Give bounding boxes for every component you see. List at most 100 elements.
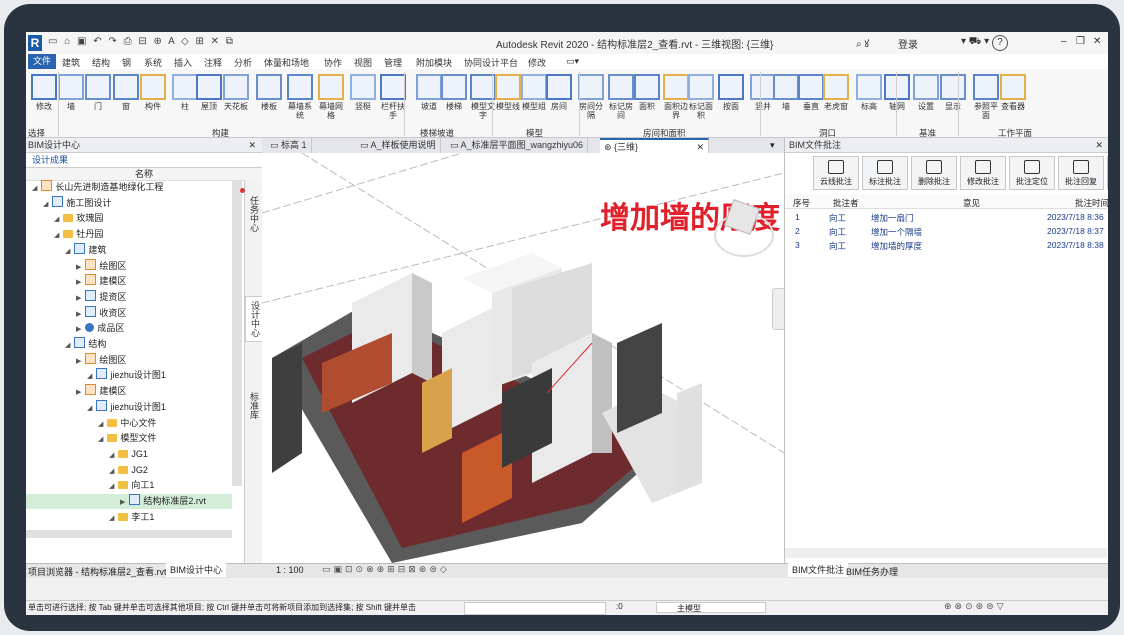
tree-item[interactable]: ◢ 模型文件 [26, 431, 156, 446]
expand-toggle-icon[interactable]: ◢ [54, 216, 61, 223]
tree-item[interactable]: ◢ 建筑 [26, 242, 106, 258]
close-button[interactable]: ✕ [1093, 36, 1101, 47]
expand-toggle-icon[interactable]: ◢ [87, 405, 94, 412]
close-panel-icon[interactable]: ✕ [1095, 138, 1103, 152]
side-tab-design-center[interactable]: 设计中心 [245, 296, 263, 342]
ribbon-button[interactable]: 幕墙系统 [285, 74, 315, 120]
menu-file[interactable]: 文件 [28, 54, 56, 69]
menu-modify[interactable]: 修改 [528, 56, 546, 69]
expand-toggle-icon[interactable]: ▶ [76, 311, 83, 318]
table-hscrollbar[interactable] [785, 548, 1107, 558]
menu-systems[interactable]: 系统 [144, 56, 162, 69]
expand-toggle-icon[interactable]: ◢ [109, 468, 116, 475]
tree-item[interactable]: ▶ 绘图区 [26, 352, 126, 368]
column-author[interactable]: 批注者 [833, 197, 859, 209]
tree-item[interactable]: ◢ JG1 [26, 447, 148, 462]
ribbon-button[interactable]: 竖梃 [348, 74, 378, 111]
tree-scrollbar[interactable] [232, 180, 242, 486]
tab-level-1[interactable]: ▭ 标高 1 [266, 138, 312, 153]
tree-item[interactable]: ◢ 中心文件 [26, 416, 156, 431]
tab-bim-design-center[interactable]: BIM设计中心 [166, 563, 227, 577]
expand-toggle-icon[interactable]: ◢ [54, 232, 61, 239]
tree-item[interactable]: ▶ 提资区 [26, 289, 126, 305]
expand-toggle-icon[interactable]: ▶ [76, 264, 83, 271]
ribbon-button[interactable]: 门 [83, 74, 113, 111]
tab-bim-annotation[interactable]: BIM文件批注 [788, 563, 849, 577]
tab-project-browser[interactable]: 项目浏览器 - 结构标准层2_查看.rvt [28, 565, 167, 578]
tree-item[interactable]: ◢ 向工1 [26, 478, 154, 493]
menu-insert[interactable]: 插入 [174, 56, 192, 69]
quick-access-toolbar[interactable]: ▭ ⌂ ▣ ↶ ↷ ⎙ ⊟ ⊕ A ◇ ⊞ ✕ ⧉ [48, 36, 235, 47]
tab-dropdown-icon[interactable]: ▾ [770, 140, 775, 151]
help-icon[interactable]: ? [992, 35, 1008, 51]
column-time[interactable]: 批注时间 [1075, 197, 1108, 209]
login-link[interactable]: 登录 [898, 36, 918, 51]
restore-button[interactable]: ❐ [1076, 36, 1085, 47]
menu-massing[interactable]: 体量和场地 [264, 56, 309, 69]
annotation-button[interactable]: 刷新 [1107, 156, 1108, 190]
cart-icon[interactable]: ▾ ⛟ ▾ [961, 36, 989, 49]
column-no[interactable]: 序号 [793, 197, 810, 209]
tree-item[interactable]: ◢ 施工图设计 [26, 195, 111, 211]
annotation-button[interactable]: 云线批注 [813, 156, 859, 190]
tree-item[interactable]: ▶ 收资区 [26, 305, 126, 321]
menu-steel[interactable]: 钢 [122, 56, 131, 69]
side-tab-standard-library[interactable]: 标准库 [245, 392, 261, 419]
tab-design-results[interactable]: 设计成果 [26, 153, 262, 168]
ribbon-button[interactable]: 显示 [938, 74, 968, 111]
ribbon-toggle-icon[interactable]: ▭▾ [566, 56, 579, 67]
menu-structure[interactable]: 结构 [92, 56, 110, 69]
ribbon-button[interactable]: 标记面积 [686, 74, 716, 120]
tree-item[interactable]: ◢ 长山先进制造基地绿化工程 [26, 180, 163, 195]
close-panel-icon[interactable]: ✕ [248, 138, 256, 152]
search-icon[interactable]: ⌕ ꙋ [856, 36, 869, 50]
tree-item[interactable]: ◢ 牡丹园 [26, 227, 103, 242]
table-row[interactable]: 1 向工 增加一扇门 2023/7/18 8:36 [785, 211, 1107, 224]
tree-item[interactable]: ◢ JG2 [26, 463, 148, 478]
expand-toggle-icon[interactable]: ▶ [120, 499, 127, 506]
view-control-icons[interactable]: ▭▣⊡⊙⊗⊕⊞⊟⊠⊛⊜◇ [322, 564, 450, 575]
ribbon-button[interactable]: 房间 [544, 74, 574, 111]
workset-dropdown[interactable] [464, 602, 606, 615]
column-opinion[interactable]: 意见 [963, 197, 980, 209]
annotation-button[interactable]: 批注定位 [1009, 156, 1055, 190]
tree-hscrollbar[interactable] [26, 530, 232, 538]
expand-toggle-icon[interactable]: ◢ [109, 515, 116, 522]
expand-toggle-icon[interactable]: ◢ [43, 201, 50, 208]
menu-analyze[interactable]: 分析 [234, 56, 252, 69]
tree-item[interactable]: ▶ 绘图区 [26, 258, 126, 274]
expand-toggle-icon[interactable]: ◢ [98, 421, 105, 428]
ribbon-button[interactable]: 楼板 [254, 74, 284, 111]
tree-item[interactable]: ▶ 建模区 [26, 274, 126, 289]
ribbon-button[interactable]: 按面 [716, 74, 746, 111]
tab-floor-plan[interactable]: ▭ A_标准层平面图_wangzhiyu06 [446, 138, 589, 153]
tree-item[interactable]: ◢ 李工1 [26, 510, 154, 525]
ribbon-button[interactable]: 房间分隔 [576, 74, 606, 120]
tree-item[interactable]: ▶ 成品区 [26, 321, 124, 336]
ribbon-button[interactable]: 轴网 [882, 74, 912, 111]
annotation-button[interactable]: 批注回复 [1058, 156, 1104, 190]
side-tab-task-center[interactable]: 任务中心 [245, 196, 261, 232]
tree-item[interactable]: ▶ 结构标准层2.rvt [26, 494, 232, 509]
expand-toggle-icon[interactable]: ◢ [109, 483, 116, 490]
menu-collab-platform[interactable]: 协同设计平台 [464, 56, 518, 69]
minimize-button[interactable]: – [1061, 36, 1067, 47]
ribbon-button[interactable]: 墙 [56, 74, 86, 111]
ribbon-button[interactable]: 窗 [111, 74, 141, 111]
ribbon-button[interactable]: 查看器 [998, 74, 1028, 111]
tree-item[interactable]: ◢ 玫瑰园 [26, 211, 103, 226]
model-dropdown[interactable]: 主模型 [656, 602, 766, 613]
3d-viewport[interactable]: 增加墙的厚度 [261, 152, 786, 563]
ribbon-button[interactable]: 参照平面 [971, 74, 1001, 120]
expand-toggle-icon[interactable]: ◢ [32, 185, 39, 192]
ribbon-button[interactable]: 幕墙网格 [316, 74, 346, 120]
expand-toggle-icon[interactable]: ▶ [76, 358, 83, 365]
tree-item[interactable]: ◢ 结构 [26, 337, 106, 352]
menu-annotate[interactable]: 注释 [204, 56, 222, 69]
table-row[interactable]: 3 向工 增加墙的厚度 2023/7/18 8:38 [785, 239, 1107, 252]
ribbon-button[interactable]: 标高 [854, 74, 884, 111]
expand-toggle-icon[interactable]: ▶ [76, 389, 83, 396]
expand-toggle-icon[interactable]: ◢ [65, 248, 72, 255]
ribbon-button[interactable]: 设置 [911, 74, 941, 111]
ribbon-button[interactable]: 天花板 [221, 74, 251, 111]
